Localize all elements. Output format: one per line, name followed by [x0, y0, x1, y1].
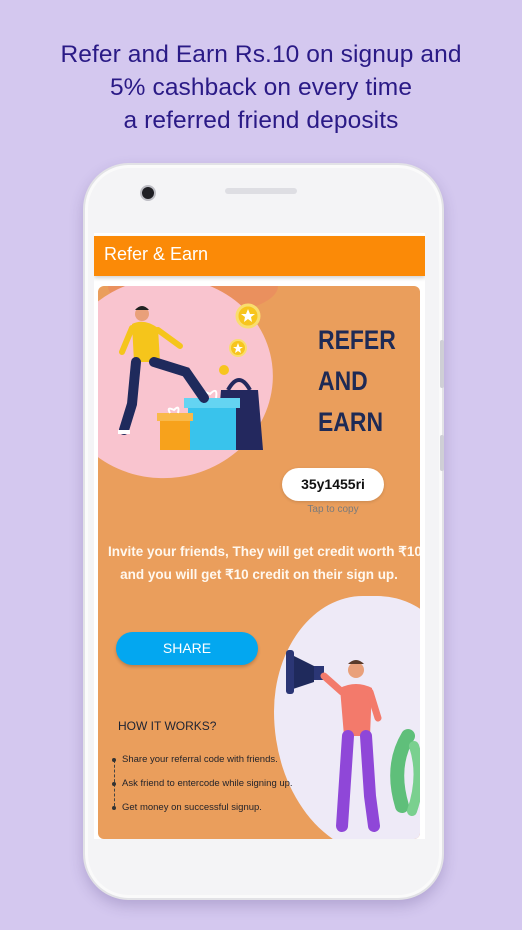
step-item: Get money on successful signup. [112, 802, 293, 826]
step-item: Ask friend to entercode while signing up… [112, 778, 293, 802]
front-camera [140, 185, 156, 201]
invite-line-1: Invite your friends, They will get credi… [108, 544, 420, 559]
tap-to-copy-hint: Tap to copy [307, 504, 359, 515]
app-bar-title: Refer & Earn [104, 244, 209, 264]
share-button[interactable]: SHARE [116, 632, 258, 665]
how-it-works-title: HOW IT WORKS? [118, 719, 217, 733]
invite-line-2: and you will get ₹10 credit on their sig… [120, 567, 398, 582]
bullet-icon [112, 758, 116, 762]
headline-line-1: Refer and Earn Rs.10 on signup and [60, 41, 462, 68]
gift-illustration [118, 303, 263, 450]
refer-title-line-1: REFER [318, 325, 396, 355]
refer-earn-title: REFER AND EARN [318, 320, 396, 443]
bullet-icon [112, 806, 116, 810]
how-it-works-steps: Share your referral code with friends. A… [112, 754, 293, 826]
step-text: Ask friend to entercode while signing up… [122, 778, 293, 789]
headline-line-3: a referred friend deposits [123, 107, 399, 134]
invite-message: Invite your friends, They will get credi… [108, 540, 420, 586]
headline-line-2: 5% cashback on every time [109, 74, 413, 101]
step-text: Share your referral code with friends. [122, 754, 278, 765]
promo-headline: Refer and Earn Rs.10 on signup and 5% ca… [0, 38, 522, 137]
step-text: Get money on successful signup. [122, 802, 262, 813]
bullet-icon [112, 782, 116, 786]
refer-title-line-3: EARN [318, 407, 384, 437]
app-bar: Refer & Earn [94, 236, 425, 276]
volume-button [440, 340, 444, 388]
earpiece-speaker [225, 188, 297, 194]
power-button [440, 435, 444, 471]
megaphone-illustration [286, 650, 420, 832]
referral-code[interactable]: 35y1455ri [282, 468, 384, 501]
phone-screen: Refer & Earn REFER AND EARN 35y1455ri Ta… [94, 233, 425, 839]
phone-frame: Refer & Earn REFER AND EARN 35y1455ri Ta… [83, 163, 444, 900]
step-item: Share your referral code with friends. [112, 754, 293, 778]
refer-title-line-2: AND [318, 366, 368, 396]
refer-card: REFER AND EARN 35y1455ri Tap to copy Inv… [98, 286, 420, 839]
